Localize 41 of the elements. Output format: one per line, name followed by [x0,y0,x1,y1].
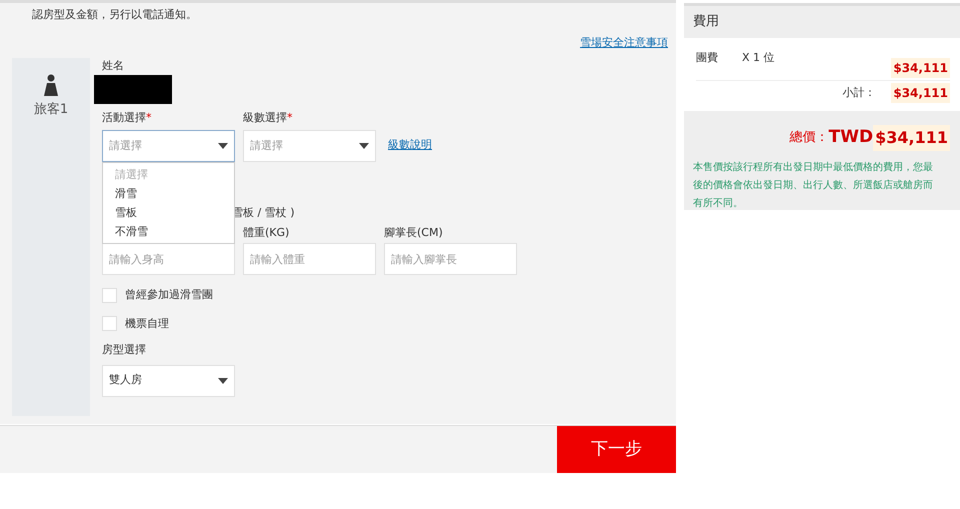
name-label: 姓名 [102,58,125,74]
level-info-link[interactable]: 級數說明 [388,136,432,153]
activity-select[interactable]: 請選擇 [102,130,235,162]
dropdown-option[interactable]: 雪板 [103,203,234,222]
required-icon: * [146,110,152,124]
caret-icon [359,143,369,149]
safety-link[interactable]: 雪場安全注意事項 [580,34,668,51]
dropdown-option[interactable]: 不滑雪 [103,222,234,241]
input-field[interactable]: 請輸入身高 [102,243,235,275]
item-name: 團費 [696,50,718,66]
amount-text: $34,111 [891,58,950,78]
next-button[interactable]: 下一步 [557,426,676,473]
checkbox-label: 曾經參加過滑雪團 [125,287,213,303]
dropdown-option[interactable]: 滑雪 [103,184,234,203]
checkbox[interactable] [102,288,117,303]
field-label: 級數選擇 [243,110,287,124]
caret-icon [218,378,228,384]
level-select[interactable]: 請選擇 [243,130,376,162]
dropdown-option: 請選擇 [103,165,234,184]
traveler-label: 旅客1 [34,101,68,119]
room-select[interactable]: 雙人房 [102,364,235,396]
required-icon: * [287,110,292,124]
currency-text: TWD [828,126,874,150]
price-note: 本售價按該行程所有出發日期中最低價格的費用，您最後的價格會依出發日期、出行人數、所選飯店或艙房而有所不同。 [692,160,934,211]
notice-text: 認房型及金額，另行以電話通知。 [32,8,197,21]
field-label: 腳掌長(CM) [384,225,444,241]
checkbox[interactable] [102,316,117,332]
person-icon [44,74,58,96]
input-field[interactable]: 請輸入體重 [243,243,376,275]
quantity-text: X 1 位 [742,50,775,66]
field-label: 房型選擇 [102,342,147,358]
subtotal-label: 小計： [842,84,876,101]
caret-icon [218,143,228,149]
input-field[interactable]: 請輸入腳掌長 [384,243,517,275]
panel-title: 費用 [693,14,719,29]
field-label: 體重(KG) [243,225,290,241]
total-label: 總價： [790,130,829,148]
subtotal-amount: $34,111 [891,83,950,103]
field-label: 活動選擇 [102,110,146,124]
checkbox-label: 機票自理 [125,316,169,332]
total-amount: $34,111 [873,125,950,151]
